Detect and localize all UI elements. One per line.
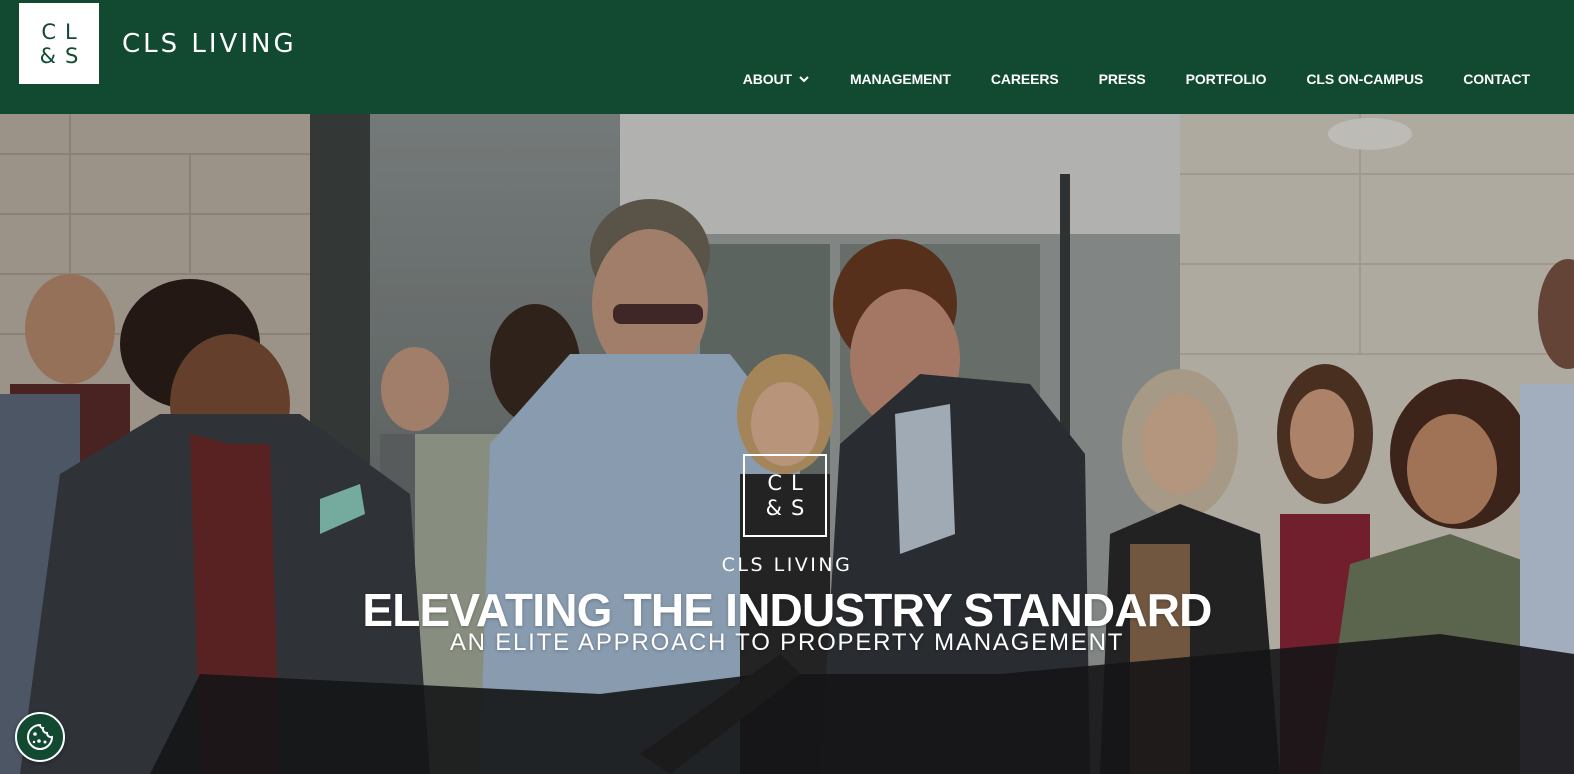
main-nav: ABOUT MANAGEMENT CAREERS PRESS PORTFOLIO… <box>743 70 1530 88</box>
hero-subtitle: AN ELITE APPROACH TO PROPERTY MANAGEMENT <box>449 629 1125 656</box>
hero-logo-line-2: &S <box>765 495 814 520</box>
nav-item-management[interactable]: MANAGEMENT <box>850 71 951 87</box>
nav-item-contact[interactable]: CONTACT <box>1463 71 1530 87</box>
site-header: CL &S CLS LIVING ABOUT MANAGEMENT CAREER… <box>0 0 1574 114</box>
brand-name-link[interactable]: CLS LIVING <box>122 29 297 59</box>
nav-item-press[interactable]: PRESS <box>1099 71 1146 87</box>
nav-item-portfolio[interactable]: PORTFOLIO <box>1186 71 1267 87</box>
nav-item-cls-on-campus[interactable]: CLS ON-CAMPUS <box>1306 71 1423 87</box>
cookie-icon <box>27 723 54 750</box>
hero-logo-line-1: CL <box>767 470 812 495</box>
logo-mark-line-2: &S <box>39 43 88 68</box>
logo-home-link[interactable]: CL &S <box>19 3 99 84</box>
hero-overlay <box>0 114 1574 774</box>
nav-item-about-label: ABOUT <box>742 71 792 87</box>
chevron-down-icon <box>799 76 809 83</box>
nav-item-careers[interactable]: CAREERS <box>991 71 1059 87</box>
logo-mark-line-1: CL <box>41 19 86 44</box>
cookie-settings-button[interactable] <box>15 712 65 762</box>
nav-item-about[interactable]: ABOUT <box>743 71 810 87</box>
hero-brand-name: CLS LIVING <box>721 554 853 576</box>
hero-logo-mark: CL &S <box>743 454 827 537</box>
hero-section: CL &S CLS LIVING ELEVATING THE INDUSTRY … <box>0 114 1574 774</box>
